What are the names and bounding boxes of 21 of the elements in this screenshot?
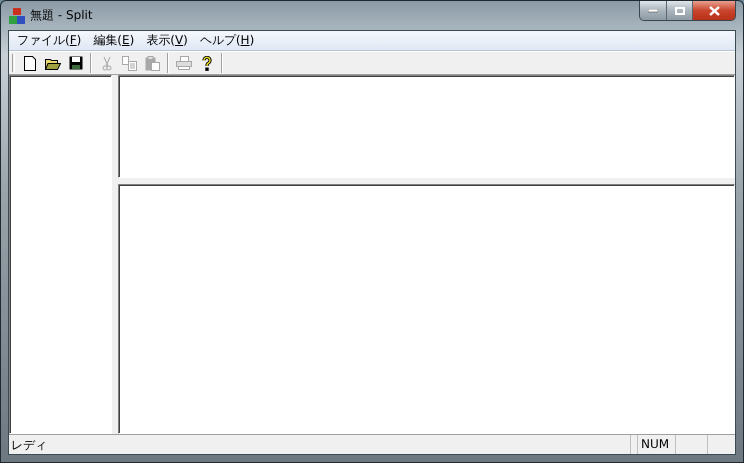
- folder-icon: [44, 56, 60, 70]
- close-button[interactable]: [692, 1, 735, 20]
- blank-page-icon: [24, 56, 36, 70]
- menu-item[interactable]: ヘルプ(H): [194, 32, 260, 49]
- window-title: 無題 - Split: [30, 7, 93, 24]
- status-indicator: NUM: [637, 435, 675, 454]
- printer-icon: [176, 56, 192, 70]
- app-icon: [9, 8, 25, 24]
- question-mark-icon: [202, 56, 212, 70]
- minimize-button[interactable]: [640, 1, 666, 20]
- clipboard-icon: [145, 56, 160, 70]
- status-message: レディ: [10, 437, 48, 454]
- close-icon: [708, 6, 720, 16]
- minimize-icon: [648, 8, 658, 12]
- menu-item[interactable]: 編集(E): [87, 32, 140, 49]
- scissors-icon: [102, 56, 112, 70]
- maximize-icon: [674, 6, 684, 14]
- maximize-button[interactable]: [666, 1, 692, 20]
- copy-icon: [122, 56, 137, 70]
- menu-item[interactable]: 表示(V): [140, 32, 194, 49]
- menu-item[interactable]: ファイル(F): [11, 32, 88, 49]
